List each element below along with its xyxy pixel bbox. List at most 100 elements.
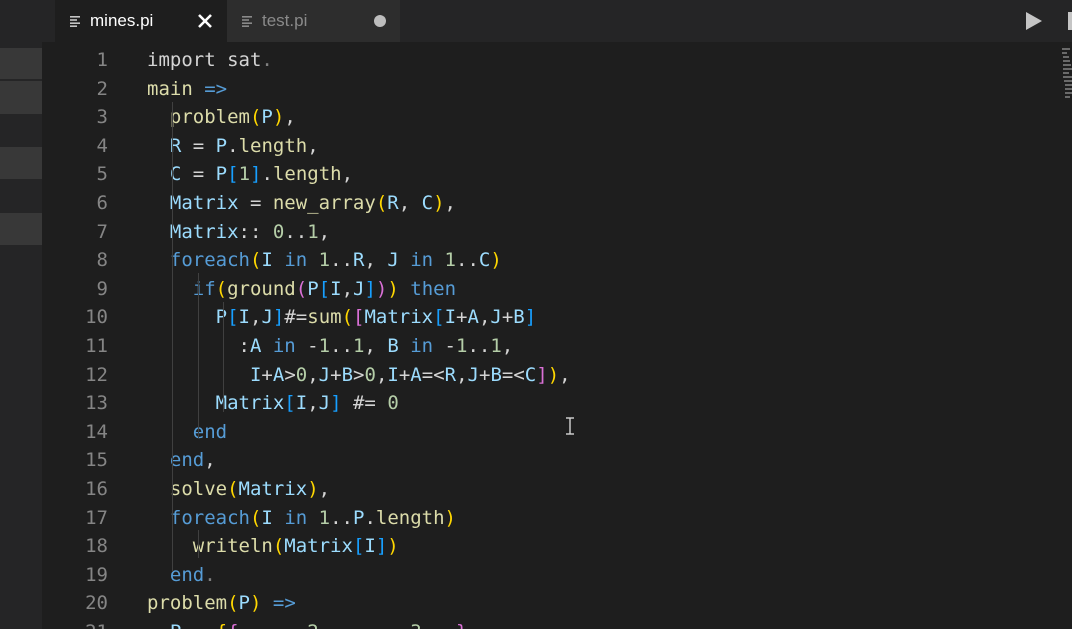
code-editor[interactable]: 1 import sat. 2 main => 3 problem(P), 4 R = P…: [42, 42, 1072, 629]
code-line[interactable]: 11 :A in -1..1, B in -1..1,: [42, 332, 1052, 360]
code-text[interactable]: writeln(Matrix[I]): [147, 532, 399, 560]
code-token: P: [352, 506, 365, 529]
tab-mines-pi[interactable]: mines.pi: [55, 0, 227, 42]
code-line[interactable]: 10 P[I,J]#=sum([Matrix[I+A,J+B]: [42, 303, 1052, 331]
close-icon[interactable]: [197, 13, 213, 29]
code-token: J: [318, 363, 331, 386]
code-token: ,: [559, 363, 571, 386]
code-line[interactable]: 21 P = {{_, _, 2, _, _, 3, _}: [42, 618, 1052, 629]
code-text[interactable]: main =>: [147, 75, 227, 103]
code-token: J: [467, 363, 479, 386]
code-text[interactable]: Matrix:: 0..1,: [147, 218, 330, 246]
sidebar-block-1[interactable]: [0, 48, 42, 79]
tab-bar: mines.pi test.pi: [42, 0, 1072, 42]
code-text[interactable]: P[I,J]#=sum([Matrix[I+A,J+B]: [147, 303, 537, 331]
minimap[interactable]: [1062, 48, 1072, 102]
code-line[interactable]: 7 Matrix:: 0..1,: [42, 218, 1052, 246]
run-play-icon[interactable]: [1026, 12, 1042, 30]
code-token: (: [249, 506, 262, 529]
code-line[interactable]: 18 writeln(Matrix[I]): [42, 532, 1052, 560]
code-token: ..: [456, 249, 479, 272]
line-number: 2: [96, 77, 108, 100]
code-token: ,: [478, 306, 491, 329]
code-text[interactable]: Matrix = new_array(R, C),: [147, 189, 456, 217]
code-text[interactable]: problem(P) =>: [147, 589, 296, 617]
code-token: ,: [307, 363, 319, 386]
line-number: 16: [85, 478, 108, 500]
code-line[interactable]: 20 problem(P) =>: [42, 589, 1052, 617]
indent-guide: [223, 302, 224, 412]
code-line[interactable]: 19 end.: [42, 561, 1052, 589]
code-text[interactable]: problem(P),: [147, 103, 296, 131]
code-token: [: [318, 277, 331, 300]
code-text[interactable]: :A in -1..1, B in -1..1,: [147, 332, 514, 360]
code-token: C: [524, 363, 537, 386]
code-token: ): [249, 592, 262, 615]
code-text[interactable]: C = P[1].length,: [147, 160, 353, 188]
sidebar-block-2[interactable]: [0, 81, 42, 114]
code-token: ,: [307, 134, 319, 157]
code-token: ,: [364, 335, 388, 357]
code-line[interactable]: 3 problem(P),: [42, 103, 1052, 131]
code-line[interactable]: 17 foreach(I in 1..P.length): [42, 504, 1052, 532]
code-text[interactable]: end,: [147, 446, 216, 474]
code-line[interactable]: 9 if(ground(P[I,J])) then: [42, 275, 1052, 303]
code-token: A: [249, 335, 262, 357]
code-token: =: [181, 163, 216, 186]
code-line[interactable]: 4 R = P.length,: [42, 132, 1052, 160]
code-token: ,: [250, 306, 262, 329]
code-line[interactable]: 6 Matrix = new_array(R, C),: [42, 189, 1052, 217]
code-line[interactable]: 2 main =>: [42, 75, 1052, 103]
code-token: J: [261, 306, 273, 329]
code-token: 1: [238, 163, 251, 186]
code-token: ,: [307, 392, 319, 415]
code-token: J: [353, 277, 365, 300]
code-token: ground: [227, 277, 296, 300]
code-token: I: [387, 363, 399, 386]
code-line[interactable]: 5 C = P[1].length,: [42, 160, 1052, 188]
code-token: P: [215, 163, 228, 186]
code-token: (: [249, 106, 262, 129]
code-token: {: [216, 621, 227, 629]
code-token: ): [387, 535, 399, 558]
code-line[interactable]: 1 import sat.: [42, 46, 1052, 74]
code-token: P: [238, 592, 250, 615]
code-token: (: [341, 306, 354, 329]
unsaved-dot-icon[interactable]: [374, 15, 386, 27]
code-token: R: [352, 249, 365, 272]
code-text[interactable]: solve(Matrix),: [147, 475, 330, 503]
code-token: J: [387, 249, 399, 272]
code-line[interactable]: 15 end,: [42, 446, 1052, 474]
split-editor-icon[interactable]: [1068, 12, 1072, 30]
tab-test-pi[interactable]: test.pi: [227, 0, 400, 42]
code-token: main: [147, 77, 193, 100]
code-token: in: [261, 335, 308, 357]
code-text[interactable]: if(ground(P[I,J])) then: [147, 275, 456, 303]
code-text[interactable]: end.: [147, 561, 216, 589]
line-number: 10: [85, 306, 108, 329]
code-text[interactable]: I+A>0,J+B>0,I+A=<R,J+B=<C]),: [147, 361, 571, 389]
code-token: ,: [341, 277, 354, 300]
code-text[interactable]: end: [147, 418, 227, 446]
code-token: ]: [536, 363, 548, 386]
code-text[interactable]: Matrix[I,J] #= 0: [147, 389, 399, 417]
code-token: ]: [524, 306, 537, 329]
code-line[interactable]: 13 Matrix[I,J] #= 0: [42, 389, 1052, 417]
code-text[interactable]: P = {{_, _, 2, _, _, 3, _}: [147, 618, 468, 629]
code-token: ,: [456, 363, 468, 386]
line-number: 1: [96, 49, 108, 71]
code-token: +: [456, 306, 468, 329]
code-line[interactable]: 16 solve(Matrix),: [42, 475, 1052, 503]
code-token: +: [398, 363, 411, 386]
code-text[interactable]: foreach(I in 1..P.length): [147, 504, 456, 532]
code-line[interactable]: 8 foreach(I in 1..R, J in 1..C): [42, 246, 1052, 274]
code-token: in: [398, 249, 445, 272]
code-line[interactable]: 12 I+A>0,J+B>0,I+A=<R,J+B=<C]),: [42, 361, 1052, 389]
code-token: B: [387, 335, 399, 357]
sidebar-block-3[interactable]: [0, 147, 42, 179]
code-text[interactable]: foreach(I in 1..R, J in 1..C): [147, 246, 502, 274]
code-line[interactable]: 14 end: [42, 418, 1052, 446]
sidebar-block-4[interactable]: [0, 213, 42, 245]
code-text[interactable]: import sat.: [147, 46, 273, 74]
